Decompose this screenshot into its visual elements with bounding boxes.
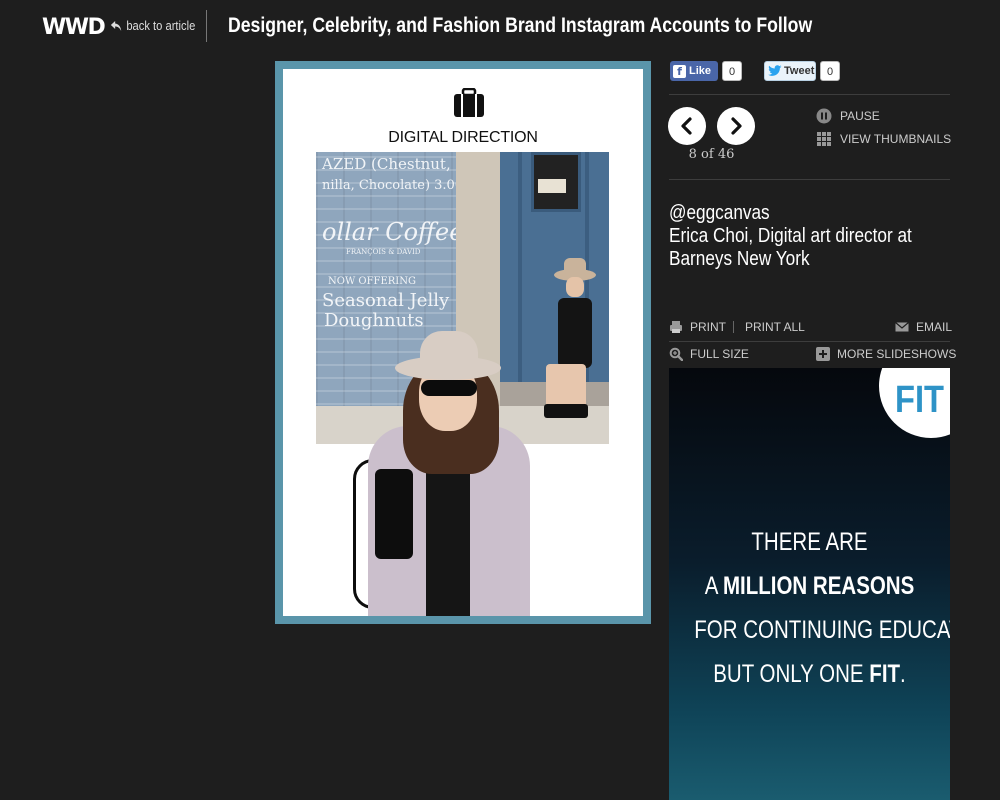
printer-icon	[670, 321, 682, 333]
view-thumbnails-label: VIEW THUMBNAILS	[840, 132, 952, 146]
ad-text-part: A	[704, 572, 723, 600]
wwd-logo[interactable]: WWD	[42, 15, 106, 40]
ad-text-line: THERE ARE	[751, 528, 868, 556]
envelope-icon	[895, 322, 909, 332]
ad-text-bold: MILLION REASONS	[722, 572, 915, 600]
pause-icon	[816, 108, 832, 124]
divider	[669, 179, 950, 180]
pause-label: PAUSE	[840, 109, 880, 123]
facebook-like-button[interactable]: f Like	[670, 61, 718, 81]
wall-text: NOW OFFERING	[328, 276, 416, 287]
back-arrow-icon	[110, 20, 122, 31]
chevron-left-icon	[681, 117, 692, 135]
facebook-icon: f	[673, 64, 686, 78]
woman-hat-brim	[395, 356, 501, 380]
ad-logo: FIT	[895, 379, 945, 421]
email-button[interactable]: EMAIL	[895, 320, 952, 334]
print-button[interactable]: PRINT	[669, 320, 726, 334]
full-size-label: FULL SIZE	[690, 347, 749, 361]
ad-text-part: .	[900, 660, 906, 688]
tweet-count: 0	[820, 61, 840, 81]
wall-text: nilla, Chocolate) 3.00	[322, 178, 464, 193]
plus-icon	[816, 347, 830, 361]
twitter-bird-icon	[768, 65, 782, 76]
wall-text: Doughnuts	[324, 310, 424, 331]
chevron-right-icon	[731, 117, 742, 135]
back-to-article-link[interactable]: back to article	[110, 18, 195, 33]
woman-handbag	[375, 469, 413, 559]
tool-separator	[733, 321, 734, 333]
seated-woman-dress	[558, 298, 592, 368]
instagram-handle: @eggcanvas	[669, 202, 770, 224]
slide-frame: DIGITAL DIRECTION AZED (Chestnut, nilla,…	[275, 61, 651, 624]
tweet-button[interactable]: Tweet	[764, 61, 816, 81]
print-all-button[interactable]: PRINT ALL	[745, 320, 805, 334]
pause-button[interactable]: PAUSE	[816, 108, 880, 124]
seated-woman-hat-crown	[564, 258, 586, 274]
full-size-button[interactable]: FULL SIZE	[669, 347, 749, 361]
previous-slide-button[interactable]	[668, 107, 706, 145]
view-thumbnails-button[interactable]: VIEW THUMBNAILS	[816, 131, 951, 147]
wall-text: AZED (Chestnut,	[322, 155, 451, 173]
briefcase-icon	[454, 88, 484, 117]
wall-text: FRANÇOIS & DAVID	[346, 248, 421, 256]
slide-counter: 8 of 46	[688, 147, 735, 162]
ad-text-bold: FIT	[869, 660, 901, 688]
header-divider	[206, 10, 207, 42]
ad-text-line: A MILLION REASONS	[694, 572, 924, 601]
ad-text-part: BUT ONLY ONE	[713, 660, 870, 688]
page-title: Designer, Celebrity, and Fashion Brand I…	[228, 14, 813, 37]
woman-sunglasses	[421, 380, 477, 396]
like-count: 0	[722, 61, 742, 81]
slide-image[interactable]: DIGITAL DIRECTION AZED (Chestnut, nilla,…	[283, 69, 643, 616]
ad-text-line: BUT ONLY ONE FIT.	[694, 660, 924, 689]
grid-icon	[817, 132, 831, 146]
email-label: EMAIL	[916, 320, 953, 334]
next-slide-button[interactable]	[717, 107, 755, 145]
ad-text-line: FOR CONTINUING EDUCATION,	[694, 616, 950, 644]
print-label: PRINT	[690, 320, 726, 334]
more-slideshows-label: MORE SLIDESHOWS	[837, 347, 957, 361]
tweet-label: Tweet	[784, 65, 815, 77]
more-slideshows-button[interactable]: MORE SLIDESHOWS	[816, 347, 956, 361]
magnifier-icon	[669, 347, 683, 361]
fit-advertisement[interactable]: FIT THERE ARE A MILLION REASONS FOR CONT…	[669, 368, 950, 800]
back-to-article-label: back to article	[126, 18, 196, 33]
wall-text: Seasonal Jelly	[322, 290, 450, 311]
print-all-label: PRINT ALL	[745, 320, 805, 334]
seated-woman-face	[566, 277, 584, 297]
header: WWD back to article Designer, Celebrity,…	[0, 0, 1000, 56]
divider	[669, 94, 950, 95]
door-sign	[538, 179, 566, 193]
slide-description: Erica Choi, Digital art director at Barn…	[669, 225, 912, 270]
seated-woman-boots	[544, 404, 588, 418]
slide-caption: DIGITAL DIRECTION	[388, 129, 538, 146]
like-label: Like	[689, 65, 712, 77]
wall-text: ollar Coffee	[322, 218, 464, 246]
divider	[669, 341, 950, 342]
